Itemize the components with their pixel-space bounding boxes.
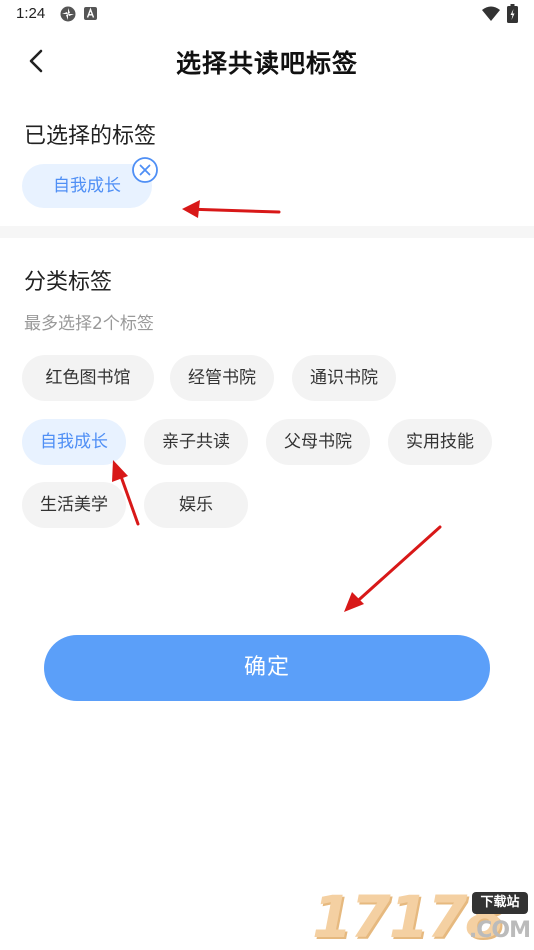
text-notification-icon [84,7,97,20]
close-circle-icon[interactable] [131,156,159,184]
watermark-domain: .COM [468,918,531,943]
category-hint: 最多选择2个标签 [24,314,154,334]
watermark-badge: 下载站 [472,892,528,914]
app-notification-icon [60,6,76,22]
tag-tongshi[interactable]: 通识书院 [292,355,396,401]
tag-shenghuo[interactable]: 生活美学 [22,482,126,528]
battery-icon [507,4,518,23]
section-divider [0,226,534,238]
tag-fumu[interactable]: 父母书院 [266,419,370,465]
tag-self-growth[interactable]: 自我成长 [22,419,126,465]
nav-bar: 选择共读吧标签 [0,34,534,86]
tag-yule[interactable]: 娱乐 [144,482,248,528]
selected-tags-heading: 已选择的标签 [24,124,157,149]
status-bar: 1:24 [0,0,534,28]
site-watermark: 17178 下载站 .COM [312,886,531,948]
category-tags-heading: 分类标签 [24,270,113,295]
page-title: 选择共读吧标签 [175,49,358,78]
wifi-icon [482,6,500,21]
tag-shiyong[interactable]: 实用技能 [388,419,492,465]
tag-qinzi[interactable]: 亲子共读 [144,419,248,465]
arrow-to-selected-chip [182,200,281,218]
arrow-to-confirm-button [344,525,442,612]
tag-hongse-library[interactable]: 红色图书馆 [22,355,154,401]
status-time: 1:24 [16,5,46,22]
tag-jingguan[interactable]: 经管书院 [170,355,274,401]
confirm-button[interactable]: 确定 [44,635,490,701]
